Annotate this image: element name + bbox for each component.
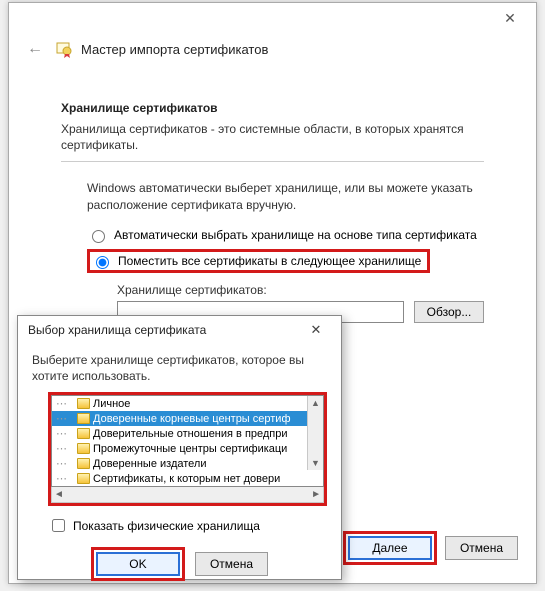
dialog-close-icon[interactable]: ✕ (297, 319, 335, 341)
tree-highlight: ⋯ Личное ⋯ Доверенные корневые центры се… (48, 392, 327, 506)
ok-button[interactable]: OK (96, 552, 180, 576)
radio-auto[interactable] (92, 230, 105, 243)
next-highlight: Далее (343, 531, 437, 565)
dialog-cancel-button[interactable]: Отмена (195, 552, 268, 576)
show-physical-checkbox[interactable] (52, 519, 65, 532)
tree-item-untrusted[interactable]: ⋯ Сертификаты, к которым нет довери (52, 471, 323, 486)
browse-button[interactable]: Обзор... (414, 301, 484, 323)
tree-item-label: Доверенные корневые центры сертиф (93, 413, 291, 425)
wizard-title: Мастер импорта сертификатов (81, 42, 268, 57)
tree-item-label: Личное (93, 398, 130, 410)
folder-icon (77, 458, 90, 469)
section-heading: Хранилище сертификатов (61, 101, 484, 115)
tree-item-enterprise-trust[interactable]: ⋯ Доверительные отношения в предпри (52, 426, 323, 441)
close-icon[interactable]: ✕ (490, 6, 530, 30)
wizard-content: Хранилище сертификатов Хранилища сертифи… (9, 71, 536, 323)
cancel-button[interactable]: Отмена (445, 536, 518, 560)
tree-item-label: Промежуточные центры сертификаци (93, 443, 287, 455)
wizard-footer: Далее Отмена (343, 531, 518, 565)
store-tree[interactable]: ⋯ Личное ⋯ Доверенные корневые центры се… (51, 395, 324, 487)
tree-item-label: Сертификаты, к которым нет довери (93, 473, 280, 485)
ok-highlight: OK (91, 547, 185, 581)
tree-item-label: Доверенные издатели (93, 458, 206, 470)
dialog-footer: OK Отмена (18, 535, 341, 581)
back-arrow-icon[interactable]: ← (23, 37, 47, 61)
folder-icon (77, 398, 90, 409)
next-button[interactable]: Далее (348, 536, 432, 560)
show-physical-label: Показать физические хранилища (73, 519, 260, 533)
divider (61, 161, 484, 162)
radio-auto-label: Автоматически выбрать хранилище на основ… (114, 228, 477, 242)
dialog-titlebar: Выбор хранилища сертификата ✕ (18, 316, 341, 344)
certificate-icon (55, 40, 73, 58)
folder-icon (77, 428, 90, 439)
instruction-text: Windows автоматически выберет хранилище,… (61, 180, 484, 212)
store-select-dialog: Выбор хранилища сертификата ✕ Выберите х… (17, 315, 342, 580)
tree-item-personal[interactable]: ⋯ Личное (52, 396, 323, 411)
show-physical-row[interactable]: Показать физические хранилища (18, 506, 341, 535)
radio-manual[interactable] (96, 256, 109, 269)
store-choice-radio-group: Автоматически выбрать хранилище на основ… (61, 227, 484, 273)
section-description: Хранилища сертификатов - это системные о… (61, 121, 484, 153)
tree-item-trusted-root[interactable]: ⋯ Доверенные корневые центры сертиф (52, 411, 323, 426)
folder-icon (77, 443, 90, 454)
radio-manual-label: Поместить все сертификаты в следующее хр… (118, 254, 421, 268)
radio-auto-row[interactable]: Автоматически выбрать хранилище на основ… (87, 227, 484, 243)
dialog-instruction: Выберите хранилище сертификатов, которое… (18, 344, 341, 388)
tree-item-intermediate[interactable]: ⋯ Промежуточные центры сертификаци (52, 441, 323, 456)
folder-icon (77, 473, 90, 484)
dialog-title: Выбор хранилища сертификата (28, 323, 206, 337)
scrollbar-horizontal[interactable]: ◄► (51, 487, 324, 503)
header: ← Мастер импорта сертификатов (9, 33, 536, 71)
tree-item-label: Доверительные отношения в предпри (93, 428, 288, 440)
scrollbar-vertical[interactable]: ▲▼ (307, 396, 323, 470)
tree-item-trusted-publishers[interactable]: ⋯ Доверенные издатели (52, 456, 323, 471)
titlebar: ✕ (9, 3, 536, 33)
radio-manual-highlight: Поместить все сертификаты в следующее хр… (87, 249, 484, 273)
store-field-label: Хранилище сертификатов: (117, 283, 484, 297)
folder-icon (77, 413, 90, 424)
